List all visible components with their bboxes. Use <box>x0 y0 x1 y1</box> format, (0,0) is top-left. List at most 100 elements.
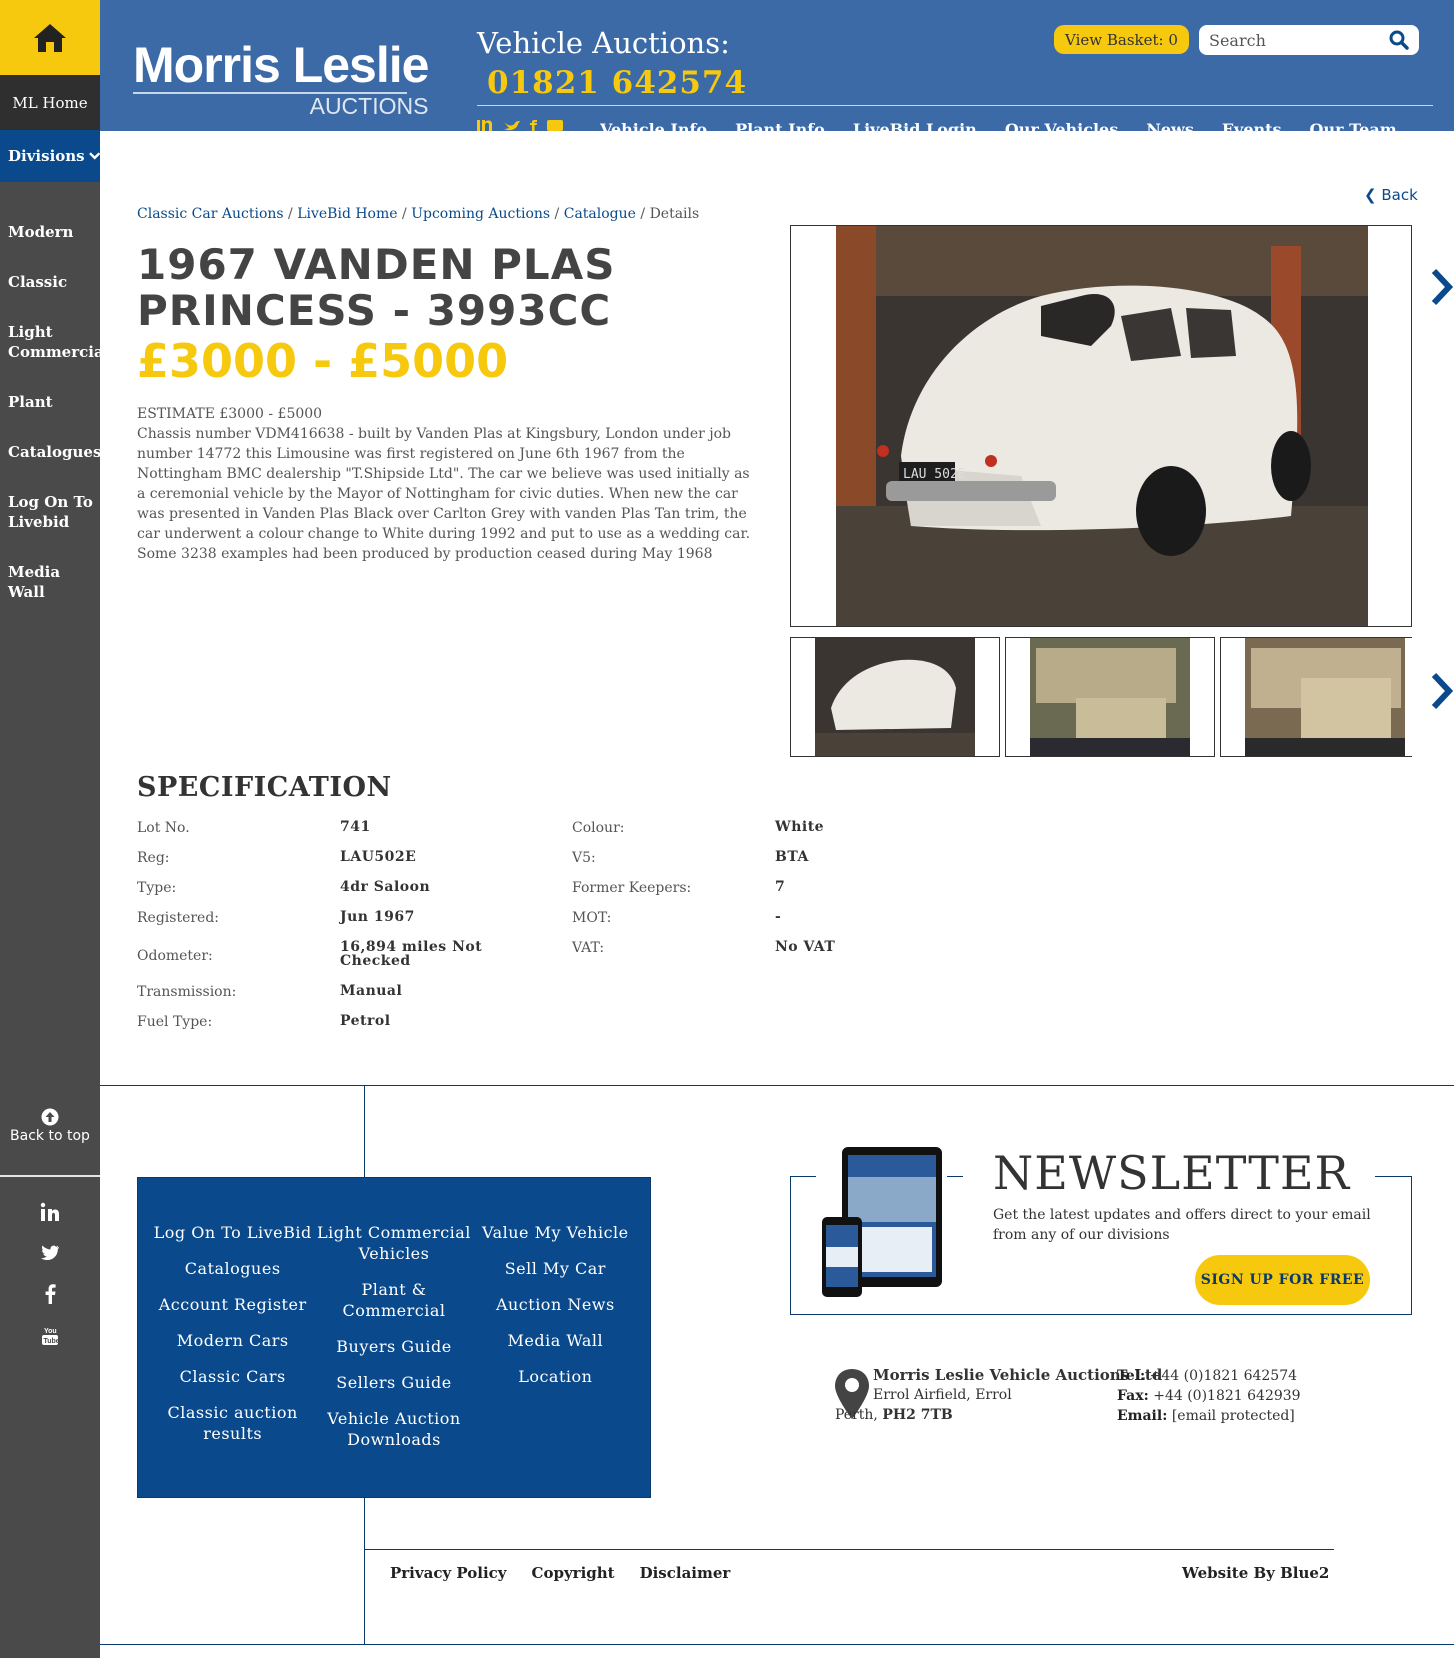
footer-link[interactable]: Value My Vehicle <box>482 1222 629 1243</box>
youtube-icon[interactable] <box>547 120 563 131</box>
sidebar-item-catalogues[interactable]: Catalogues <box>0 442 100 462</box>
ml-home-link[interactable]: ML Home <box>0 75 100 130</box>
breadcrumb-classic-car-auctions[interactable]: Classic Car Auctions <box>137 206 284 222</box>
thumbnail-chevron-right-icon[interactable] <box>1430 672 1454 710</box>
tel-value[interactable]: +44 (0)1821 642574 <box>1150 1368 1297 1384</box>
spec-row-mot: MOT: - <box>572 908 975 938</box>
spec-row-lot-no: Lot No. 741 <box>137 818 540 848</box>
spec-row-v5: V5: BTA <box>572 848 975 878</box>
spec-label: Transmission: <box>137 984 237 1000</box>
footer-link[interactable]: Light Commercial Vehicles <box>313 1222 474 1264</box>
sidebar-item-modern[interactable]: Modern <box>0 222 100 242</box>
header-social <box>477 120 563 131</box>
disclaimer-link[interactable]: Disclaimer <box>640 1564 731 1582</box>
footer-link[interactable]: Buyers Guide <box>336 1336 451 1357</box>
search-box[interactable]: Search <box>1199 25 1419 55</box>
thumbnail-image-2 <box>1030 638 1190 756</box>
thumbnail-image-1 <box>815 638 975 756</box>
lot-estimate: ESTIMATE £3000 - £5000 <box>137 406 323 422</box>
nav-item-news[interactable]: News <box>1146 120 1194 131</box>
nav-item-events[interactable]: Events <box>1222 120 1282 131</box>
back-to-top-button[interactable]: Back to top <box>0 1108 100 1144</box>
facebook-icon[interactable] <box>529 120 539 131</box>
email-value[interactable]: [email protected] <box>1172 1408 1295 1424</box>
header-phone[interactable]: 01821 642574 <box>487 65 747 101</box>
website-by-link[interactable]: Website By Blue2 <box>1182 1564 1329 1582</box>
sidebar-item-log-on-livebid[interactable]: Log On To Livebid <box>0 492 100 532</box>
footer-link[interactable]: Location <box>518 1366 592 1387</box>
address-line: Errol Airfield, Errol <box>873 1387 1012 1403</box>
footer-link[interactable]: Auction News <box>496 1294 615 1315</box>
arrow-up-circle-icon <box>41 1108 59 1126</box>
sidebar-item-light-commercial[interactable]: Light Commercial <box>0 322 100 362</box>
company-name: Morris Leslie Vehicle Auctions Ltd <box>873 1366 1163 1384</box>
thumbnail-1[interactable] <box>790 637 1000 757</box>
spec-value: LAU502E <box>340 849 417 865</box>
facebook-icon[interactable] <box>44 1284 56 1304</box>
address-city: Perth, <box>835 1407 878 1423</box>
nav-item-our-team[interactable]: Our Team <box>1310 120 1397 131</box>
sign-up-button[interactable]: SIGN UP FOR FREE <box>1195 1255 1370 1305</box>
linkedin-icon[interactable] <box>40 1202 60 1222</box>
twitter-icon[interactable] <box>503 120 521 131</box>
home-button[interactable] <box>0 0 100 75</box>
copyright-link[interactable]: Copyright <box>532 1564 615 1582</box>
svg-text:You: You <box>44 1328 57 1335</box>
lot-title: 1967 VANDEN PLAS PRINCESS - 3993CC <box>137 240 616 335</box>
vehicle-photo-image: LAU 502E <box>791 226 1411 626</box>
spec-row-odometer: Odometer: 16,894 miles Not Checked <box>137 938 540 982</box>
youtube-icon[interactable]: You Tube <box>41 1326 59 1346</box>
footer-link[interactable]: Log On To LiveBid <box>154 1222 312 1243</box>
footer-link[interactable]: Account Register <box>159 1294 307 1315</box>
vehicle-plate: LAU 502E <box>903 467 966 482</box>
view-basket-button[interactable]: View Basket: 0 <box>1054 25 1189 54</box>
twitter-icon[interactable] <box>40 1244 60 1262</box>
main-vehicle-photo[interactable]: LAU 502E <box>790 225 1412 627</box>
footer-link[interactable]: Vehicle Auction Downloads <box>313 1408 474 1450</box>
sidebar-item-media-wall[interactable]: Media Wall <box>0 562 100 602</box>
back-button[interactable]: ❮ Back <box>1364 186 1418 204</box>
spec-table-left: Lot No. 741 Reg: LAU502E Type: 4dr Saloon R… <box>137 818 540 1042</box>
footer-link[interactable]: Classic auction results <box>152 1402 313 1444</box>
spec-label: Former Keepers: <box>572 880 692 896</box>
breadcrumb-catalogue[interactable]: Catalogue <box>564 206 636 222</box>
breadcrumb-livebid-home[interactable]: LiveBid Home <box>297 206 397 222</box>
sidebar-item-classic[interactable]: Classic <box>0 272 100 292</box>
specification-title: SPECIFICATION <box>137 772 392 803</box>
back-to-top-label: Back to top <box>10 1128 90 1144</box>
thumbnail-image-3 <box>1245 638 1405 756</box>
spec-label: VAT: <box>572 940 605 956</box>
breadcrumb-upcoming-auctions[interactable]: Upcoming Auctions <box>411 206 550 222</box>
spec-label: V5: <box>572 850 596 866</box>
footer-link[interactable]: Catalogues <box>185 1258 281 1279</box>
spec-row-reg: Reg: LAU502E <box>137 848 540 878</box>
chevron-right-icon[interactable] <box>1430 268 1454 306</box>
nav-item-our-vehicles[interactable]: Our Vehicles <box>1005 120 1118 131</box>
divisions-label: Divisions <box>8 147 85 165</box>
footer-link[interactable]: Media Wall <box>507 1330 603 1351</box>
spec-table-right: Colour: White V5: BTA Former Keepers: 7 MOT… <box>572 818 975 968</box>
footer-link[interactable]: Sellers Guide <box>336 1372 452 1393</box>
site-logo[interactable]: Morris Leslie AUCTIONS <box>133 40 429 118</box>
spec-value: 4dr Saloon <box>340 879 431 895</box>
spec-row-transmission: Transmission: Manual <box>137 982 540 1012</box>
footer-link[interactable]: Modern Cars <box>177 1330 289 1351</box>
footer-link[interactable]: Classic Cars <box>180 1366 286 1387</box>
thumbnail-2[interactable] <box>1005 637 1215 757</box>
nav-item-livebid-login[interactable]: LiveBid Login <box>853 120 977 131</box>
divisions-menu[interactable]: Divisions <box>0 130 100 182</box>
search-input[interactable]: Search <box>1209 31 1266 50</box>
footer-link[interactable]: Plant & Commercial <box>313 1279 474 1321</box>
search-icon[interactable] <box>1389 30 1409 50</box>
sidebar-item-plant[interactable]: Plant <box>0 392 100 412</box>
thumbnail-3[interactable] <box>1220 637 1412 757</box>
contact-address: Morris Leslie Vehicle Auctions Ltd Errol… <box>835 1365 1162 1425</box>
privacy-policy-link[interactable]: Privacy Policy <box>390 1564 507 1582</box>
footer-links-column-1: Log On To LiveBid Catalogues Account Reg… <box>152 1222 313 1497</box>
footer-link[interactable]: Sell My Car <box>505 1258 606 1279</box>
nav-item-vehicle-info[interactable]: Vehicle Info <box>600 120 707 131</box>
linkedin-icon[interactable] <box>477 120 495 131</box>
contact-email: Email: [email protected] <box>1117 1406 1301 1426</box>
nav-item-plant-info[interactable]: Plant Info <box>735 120 825 131</box>
spec-value: Manual <box>340 983 403 999</box>
